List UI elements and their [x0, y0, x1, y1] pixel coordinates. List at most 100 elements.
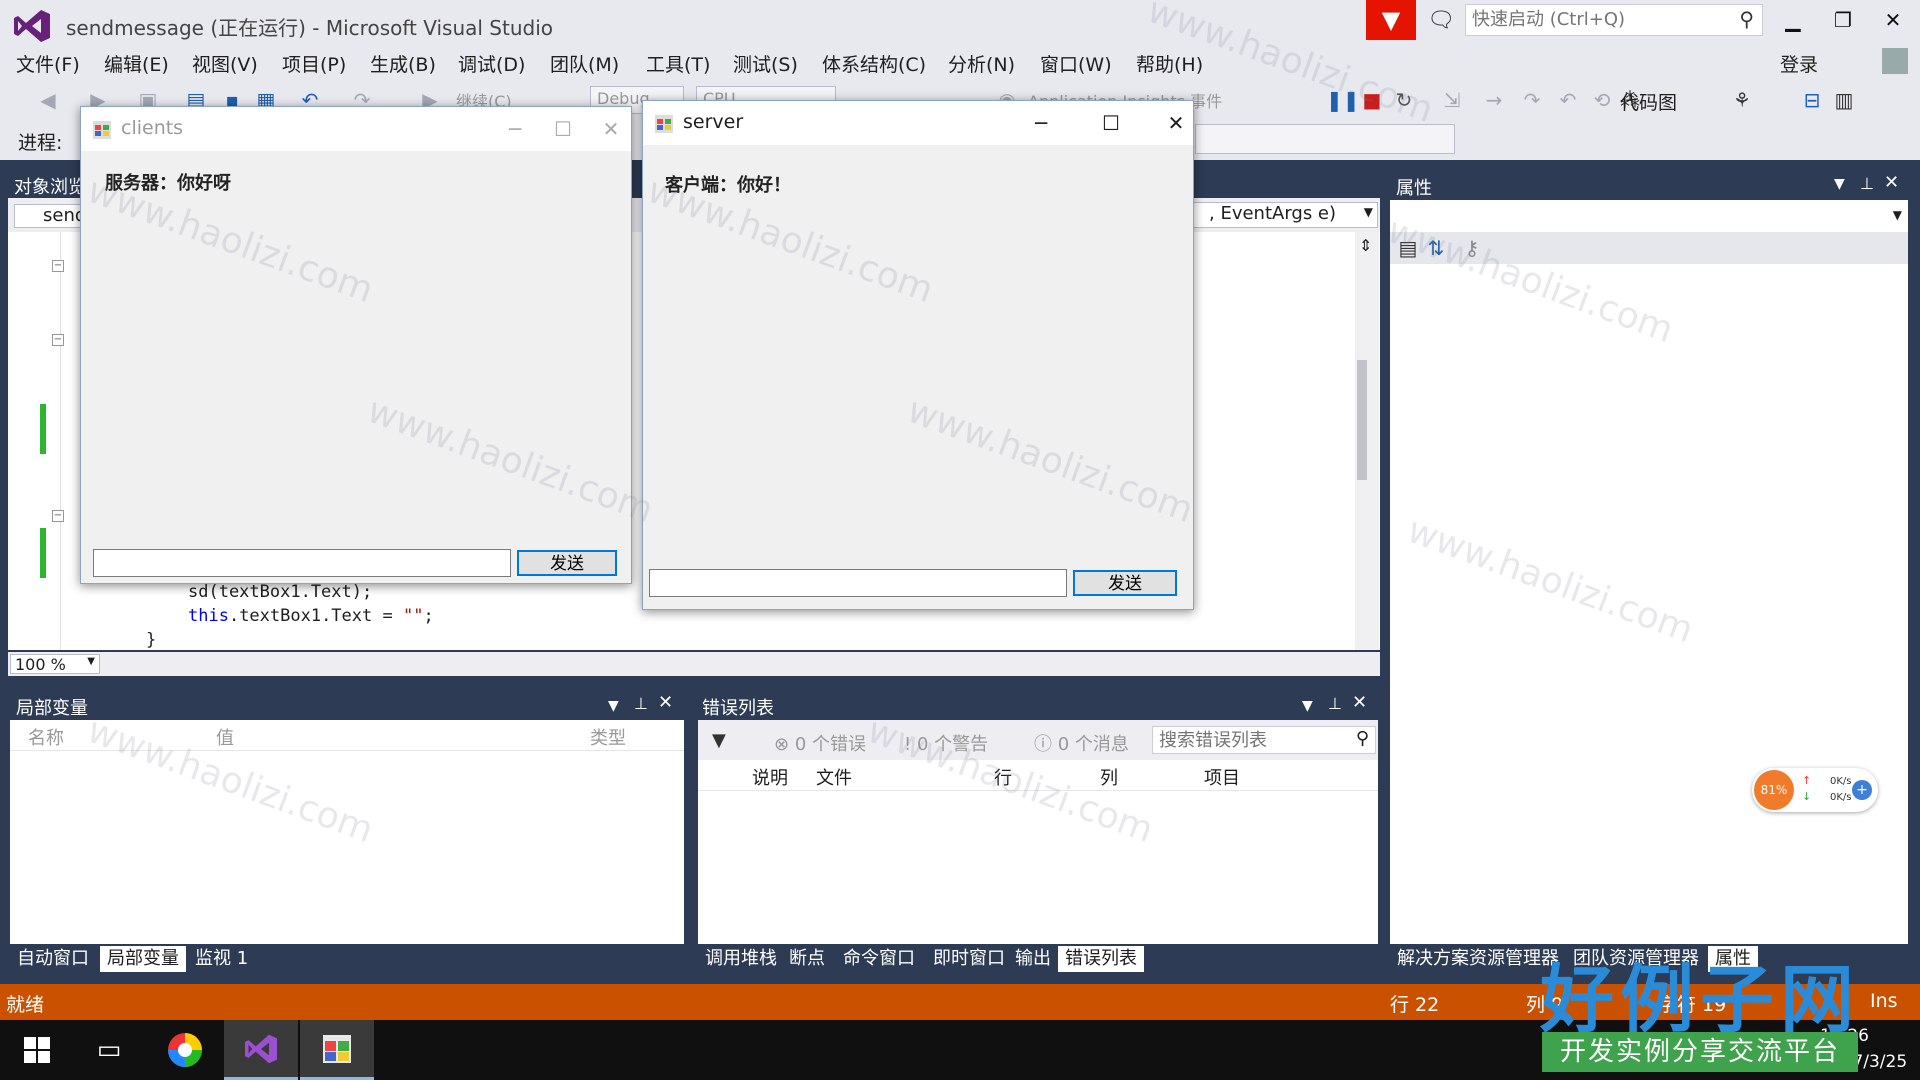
split-icon[interactable]: ⇕	[1359, 236, 1372, 255]
column-col[interactable]: 列	[1100, 764, 1118, 790]
close-button[interactable]: ✕	[1159, 107, 1193, 139]
close-icon[interactable]: ✕	[658, 692, 673, 713]
minimize-button[interactable]: ─	[1019, 107, 1063, 139]
filter-icon[interactable]: ▼	[712, 730, 726, 751]
account-icon[interactable]	[1882, 48, 1908, 74]
menu-test[interactable]: 测试(S)	[733, 50, 798, 77]
stop-icon[interactable]: ■	[1360, 88, 1384, 112]
alphabetical-icon[interactable]: ⇅	[1424, 236, 1448, 260]
clients-message-box[interactable]	[93, 549, 514, 578]
chevron-down-icon[interactable]: ▼	[1302, 698, 1313, 714]
column-file[interactable]: 文件	[816, 764, 852, 790]
step-out-icon[interactable]: ↶	[1556, 88, 1580, 112]
tab-call-stack[interactable]: 调用堆栈	[698, 946, 784, 972]
diagnostic-icon[interactable]: ⚘	[1730, 88, 1754, 112]
server-send-button[interactable]: 发送	[1073, 570, 1177, 596]
step-into-icon[interactable]: →	[1482, 88, 1506, 112]
scroll-thumb[interactable]	[1357, 360, 1367, 480]
tab-error-list[interactable]: 错误列表	[1058, 946, 1144, 972]
close-button[interactable]: ✕	[589, 113, 633, 145]
tab-watch-1[interactable]: 监视 1	[188, 946, 255, 972]
column-line[interactable]: 行	[994, 764, 1012, 790]
properties-object-combo[interactable]: ▼	[1390, 202, 1908, 233]
property-pages-icon[interactable]: ⚷	[1460, 236, 1484, 260]
menu-project[interactable]: 项目(P)	[282, 50, 346, 77]
tab-output[interactable]: 输出	[1008, 946, 1058, 972]
server-form-window[interactable]: server ─ ☐ ✕ 客户端：你好！ 发送	[642, 100, 1194, 610]
column-type[interactable]: 类型	[590, 724, 626, 750]
back-icon[interactable]: ◀	[36, 88, 60, 112]
step-over-icon[interactable]: ↷	[1520, 88, 1544, 112]
quick-launch[interactable]: ⚲	[1465, 4, 1763, 36]
editor-vertical-scrollbar[interactable]: ⇕	[1355, 232, 1379, 650]
menu-debug[interactable]: 调试(D)	[458, 50, 525, 77]
outline-collapse-icon[interactable]: −	[52, 260, 64, 272]
taskbar-app-visual-studio[interactable]	[224, 1020, 298, 1080]
layout-icon[interactable]: ▥	[1832, 88, 1856, 112]
outline-collapse-icon[interactable]: −	[52, 510, 64, 522]
menu-help[interactable]: 帮助(H)	[1136, 50, 1203, 77]
categorized-icon[interactable]: ▤	[1396, 236, 1420, 260]
task-view-button[interactable]: ▭	[72, 1020, 146, 1080]
pin-icon[interactable]: ⊥	[1328, 694, 1342, 713]
close-button[interactable]: ✕	[1868, 2, 1918, 38]
tab-immediate-window[interactable]: 即时窗口	[926, 946, 1012, 972]
stack-frame-combo[interactable]	[1195, 124, 1455, 154]
menu-build[interactable]: 生成(B)	[370, 50, 436, 77]
menu-window[interactable]: 窗口(W)	[1040, 50, 1112, 77]
column-value[interactable]: 值	[216, 724, 234, 750]
errors-filter[interactable]: ⊗ 0 个错误	[774, 730, 866, 756]
menu-team[interactable]: 团队(M)	[550, 50, 619, 77]
clients-send-button[interactable]: 发送	[517, 550, 617, 576]
server-message-box[interactable]	[649, 569, 1070, 598]
tab-breakpoints[interactable]: 断点	[782, 946, 832, 972]
start-button[interactable]	[0, 1020, 74, 1080]
maximize-button[interactable]: ☐	[541, 113, 585, 145]
code-map-button[interactable]: 代码图	[1620, 88, 1677, 115]
breakpoint-window-icon[interactable]: ⊟	[1800, 88, 1824, 112]
chevron-down-icon[interactable]: ▼	[1834, 176, 1845, 192]
menu-file[interactable]: 文件(F)	[16, 50, 80, 77]
tab-command-window[interactable]: 命令窗口	[836, 946, 922, 972]
error-search-box[interactable]: ⚲	[1152, 726, 1376, 754]
project-nav-combo[interactable]: send	[14, 204, 86, 228]
feedback-icon[interactable]: 🗨	[1425, 4, 1457, 36]
column-project[interactable]: 项目	[1204, 764, 1240, 790]
close-icon[interactable]: ✕	[1884, 172, 1899, 193]
menu-tools[interactable]: 工具(T)	[646, 50, 710, 77]
minimize-button[interactable]: ▁	[1768, 2, 1818, 38]
menu-analyze[interactable]: 分析(N)	[948, 50, 1015, 77]
messages-filter[interactable]: ⓘ 0 个消息	[1034, 730, 1129, 756]
pin-icon[interactable]: ⊥	[634, 694, 648, 713]
restart-icon[interactable]: ↻	[1392, 88, 1416, 112]
clients-message-input[interactable]	[94, 550, 514, 578]
plus-icon[interactable]: +	[1852, 780, 1872, 800]
menu-edit[interactable]: 编辑(E)	[104, 50, 169, 77]
minimize-button[interactable]: ─	[493, 113, 537, 145]
login-link[interactable]: 登录	[1780, 50, 1818, 77]
member-nav-combo[interactable]: , EventArgs e) ▼	[1186, 202, 1378, 228]
notification-filter-icon[interactable]: ▼	[1366, 0, 1416, 40]
outline-collapse-icon[interactable]: −	[52, 334, 64, 346]
menu-view[interactable]: 视图(V)	[192, 50, 258, 77]
clients-form-window[interactable]: clients ─ ☐ ✕ 服务器：你好呀 发送	[80, 106, 632, 584]
taskbar-app-browser[interactable]	[148, 1020, 222, 1080]
pause-icon[interactable]: ❚❚	[1326, 88, 1360, 112]
error-search-input[interactable]	[1153, 727, 1341, 753]
maximize-button[interactable]: ☐	[1089, 107, 1133, 139]
column-description[interactable]: 说明	[752, 764, 788, 790]
server-message-input[interactable]	[650, 570, 1070, 598]
column-name[interactable]: 名称	[28, 724, 64, 750]
quick-launch-input[interactable]	[1466, 5, 1728, 33]
pin-icon[interactable]: ⊥	[1860, 174, 1874, 193]
tab-object-browser[interactable]: 对象浏览	[14, 173, 86, 199]
clients-form-titlebar[interactable]: clients ─ ☐ ✕	[81, 107, 631, 151]
tab-autos[interactable]: 自动窗口	[10, 946, 96, 972]
close-icon[interactable]: ✕	[1352, 692, 1367, 713]
server-form-titlebar[interactable]: server ─ ☐ ✕	[643, 101, 1193, 145]
taskbar-app-winforms[interactable]	[300, 1020, 374, 1080]
network-monitor-widget[interactable]: 81% ↑ ↓ 0K/s 0K/s +	[1752, 768, 1878, 812]
step-back-icon[interactable]: ⟲	[1590, 88, 1614, 112]
restore-button[interactable]: ❐	[1818, 2, 1868, 38]
chevron-down-icon[interactable]: ▼	[608, 698, 619, 714]
